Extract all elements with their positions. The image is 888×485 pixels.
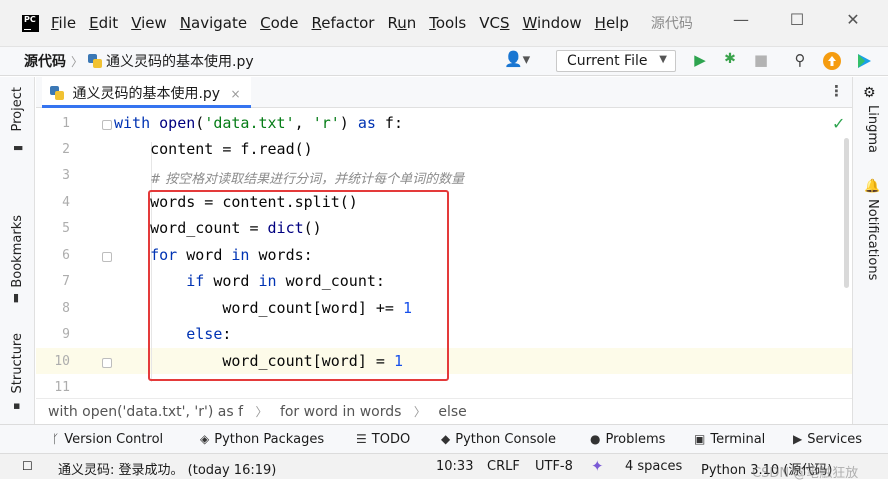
services-icon: ▶ [793,432,803,446]
line-number-gutter: 1 2 3 4 5 6 7 8 9 10 11 [36,108,112,398]
minimize-icon[interactable]: — [730,10,752,29]
lingma-tool-tab[interactable]: Lingma [865,105,880,153]
editor-tab-file[interactable]: 通义灵码的基本使用.py × [42,77,251,108]
structure-icon: ▪ [13,399,21,412]
python-packages-tab[interactable]: ◈ Python Packages [200,432,324,447]
menu-navigate[interactable]: Navigate [180,14,247,32]
lingma-status-icon[interactable]: ✦ [591,457,604,475]
project-tool-tab[interactable]: Project [10,87,25,131]
menu-view[interactable]: View [131,14,167,32]
line-number: 6 [62,248,70,263]
list-icon: ☰ [356,432,367,446]
warning-icon: ● [590,432,601,446]
folder-icon: ▬ [13,141,24,154]
code-line-1: with open('data.txt', 'r') as f: [114,114,403,132]
chevron-right-icon: 〉 [71,54,84,69]
run-configuration-select[interactable]: Current File ▼ [556,50,676,72]
breadcrumb-item[interactable]: with open('data.txt', 'r') as f [48,404,243,420]
fold-marker-icon[interactable] [102,252,112,262]
services-tab[interactable]: ▶ Services [793,432,862,447]
menu-file[interactable]: File [51,14,76,32]
watermark: CSDN @笔触狂放 [752,466,859,481]
python-console-tab[interactable]: ◆ Python Console [441,432,556,447]
stop-icon[interactable]: ■ [751,51,771,69]
bell-icon: 🔔 [864,179,881,194]
nav-file[interactable]: 通义灵码的基本使用.py [106,51,254,71]
tool-window-bar: ᚴ Version Control ◈ Python Packages ☰ TODO … [0,424,888,453]
terminal-tab[interactable]: ▣ Terminal [694,432,765,447]
nav-project-root[interactable]: 源代码 [24,51,66,71]
menu-code[interactable]: Code [260,14,298,32]
bookmark-icon: ▮ [13,291,20,304]
inspection-ok-icon[interactable]: ✓ [832,114,845,133]
more-options-icon[interactable]: ⋮ [829,82,844,100]
fold-marker-icon[interactable] [102,358,112,368]
structure-tool-tab[interactable]: Structure [10,333,25,393]
code-breadcrumb: with open('data.txt', 'r') as f 〉 for wo… [36,398,852,424]
debug-icon[interactable]: ✱ [720,51,740,67]
chevron-right-icon: 〉 [255,405,268,419]
left-tool-strip: Project ▬ Bookmarks ▮ Structure ▪ [0,77,35,424]
terminal-icon: ▣ [694,432,706,446]
menu-refactor[interactable]: Refactor [312,14,375,32]
line-number: 3 [62,168,70,183]
plugin-logo-icon[interactable] [854,52,874,74]
chevron-down-icon: ▼ [659,54,667,65]
notifications-tool-tab[interactable]: Notifications [865,199,880,280]
breadcrumb-item[interactable]: for word in words [280,404,401,420]
window-project-name: 源代码 [650,16,693,32]
caret-position[interactable]: 10:33 [436,459,473,474]
status-message[interactable]: 通义灵码: 登录成功。 (today 16:19) [58,459,276,478]
code-line-2: content = f.read() [114,140,313,158]
editor-tab-bar: 通义灵码的基本使用.py × ⋮ [36,77,852,108]
todo-tab[interactable]: ☰ TODO [356,432,410,447]
line-number: 7 [62,274,70,289]
menu-vcs[interactable]: VCS [479,14,509,32]
layers-icon: ◈ [200,432,210,446]
panel-toggle-icon[interactable]: ☐ [22,459,33,473]
bookmarks-tool-tab[interactable]: Bookmarks [10,215,25,288]
menu-edit[interactable]: Edit [89,14,118,32]
line-number: 10 [54,354,70,369]
problems-tab[interactable]: ● Problems [590,432,665,447]
lingma-icon: ⚙ [863,85,876,101]
menu-run[interactable]: Run [387,14,416,32]
version-control-tab[interactable]: ᚴ Version Control [52,432,163,447]
line-number: 8 [62,301,70,316]
line-number: 5 [62,221,70,236]
run-icon[interactable]: ▶ [690,51,710,69]
menu-tools[interactable]: Tools [429,14,466,32]
close-tab-icon[interactable]: × [231,87,241,101]
navigation-bar: 源代码 〉 通义灵码的基本使用.py 👤▾ Current File ▼ ▶ ✱… [0,46,888,76]
line-number: 11 [54,380,70,395]
line-number: 2 [62,142,70,157]
branch-icon: ᚴ [52,432,60,446]
vertical-scrollbar[interactable] [844,138,849,288]
python-icon: ◆ [441,432,451,446]
python-file-icon [88,54,103,68]
highlight-box [148,190,449,381]
user-icon[interactable]: 👤▾ [504,50,530,68]
indent-setting[interactable]: 4 spaces [625,459,682,474]
code-line-3: # 按空格对读取结果进行分词，并统计每个单词的数量 [150,172,465,187]
right-tool-strip: ⚙ Lingma 🔔 Notifications [852,77,888,424]
line-separator[interactable]: CRLF [487,459,520,474]
file-encoding[interactable]: UTF-8 [535,459,573,474]
maximize-icon[interactable]: ☐ [786,10,808,29]
update-icon[interactable] [822,52,842,74]
editor-tab-label: 通义灵码的基本使用.py [72,86,221,102]
menu-help[interactable]: Help [595,14,629,32]
menu-window[interactable]: Window [522,14,581,32]
app-logo-icon: PC [22,14,39,32]
search-icon[interactable]: ⚲ [790,51,810,69]
fold-marker-icon[interactable] [102,120,112,130]
line-number: 1 [62,116,70,131]
chevron-right-icon: 〉 [413,405,426,419]
line-number: 4 [62,195,70,210]
python-file-icon [50,86,64,100]
close-icon[interactable]: ✕ [842,10,864,29]
menu-bar: PC File Edit View Navigate Code Refactor… [0,0,888,46]
line-number: 9 [62,327,70,342]
breadcrumb-item[interactable]: else [438,404,466,420]
